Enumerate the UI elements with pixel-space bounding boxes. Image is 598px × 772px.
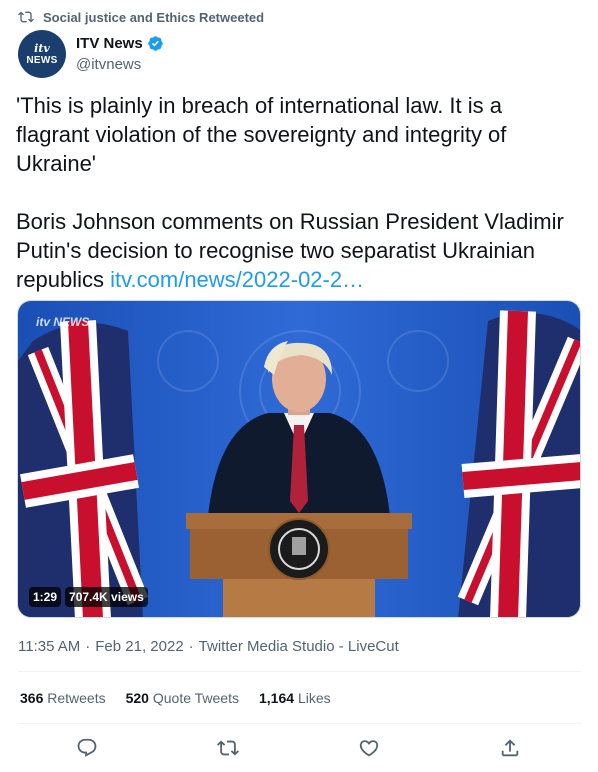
display-name[interactable]: ITV News	[76, 35, 143, 52]
tweet-source[interactable]: Twitter Media Studio - LiveCut	[199, 638, 399, 655]
tweet-date[interactable]: Feb 21, 2022	[95, 638, 183, 655]
likes-stat[interactable]: 1,164 Likes	[259, 690, 331, 706]
avatar-logo-top: itv	[34, 41, 50, 55]
avatar[interactable]: itv NEWS	[18, 30, 66, 78]
retweets-stat[interactable]: 366 Retweets	[20, 690, 106, 706]
social-context[interactable]: Social justice and Ethics Retweeted	[18, 8, 264, 26]
likes-count: 1,164	[259, 690, 295, 706]
article-link[interactable]: itv.com/news/2022-02-2…	[110, 267, 364, 292]
meta-separator: ·	[188, 638, 194, 655]
meta-separator: ·	[85, 638, 91, 655]
divider	[18, 723, 581, 724]
likes-label: Likes	[297, 690, 331, 706]
social-context-text: Social justice and Ethics Retweeted	[43, 9, 265, 25]
like-icon	[359, 740, 379, 757]
video-views: 707.4K views	[65, 587, 148, 607]
retweet-icon	[18, 11, 34, 23]
tweet-body: Boris Johnson comments on Russian Presid…	[16, 207, 576, 294]
reply-button[interactable]	[76, 737, 98, 759]
avatar-logo-bottom: NEWS	[26, 54, 58, 66]
tweet-meta: 11:35 AM · Feb 21, 2022 · Twitter Media …	[18, 638, 399, 655]
verified-badge-icon	[147, 36, 163, 51]
tweet-quote: 'This is plainly in breach of internatio…	[16, 93, 507, 176]
quote-tweets-stat[interactable]: 520 Quote Tweets	[126, 690, 239, 706]
video-badges: 1:29 707.4K views	[29, 587, 148, 607]
reply-icon	[77, 738, 97, 757]
retweet-button[interactable]	[217, 737, 239, 759]
share-button[interactable]	[499, 737, 521, 759]
quote-tweets-label: Quote Tweets	[152, 690, 239, 706]
video-watermark: itv NEWS	[36, 315, 90, 329]
retweets-label: Retweets	[47, 690, 106, 706]
tweet-header: itv NEWS ITV News @itvnews	[18, 30, 164, 78]
share-icon	[501, 739, 519, 757]
video-frame	[18, 301, 580, 617]
left-flag	[18, 320, 149, 617]
retweet-icon	[217, 740, 239, 756]
tweet-text: 'This is plainly in breach of internatio…	[16, 91, 576, 294]
retweets-count: 366	[20, 690, 44, 706]
display-name-row: ITV News	[76, 35, 164, 52]
action-bar	[0, 737, 598, 761]
like-button[interactable]	[358, 737, 380, 759]
tweet-stats: 366 Retweets 520 Quote Tweets 1,164 Like…	[20, 690, 331, 706]
video-duration: 1:29	[29, 587, 62, 607]
tweet-time[interactable]: 11:35 AM	[18, 638, 80, 655]
divider	[18, 671, 581, 672]
video-player[interactable]: itv NEWS 1:29 707.4K views	[17, 300, 581, 618]
quote-tweets-count: 520	[125, 690, 149, 706]
author-names: ITV News @itvnews	[76, 35, 164, 73]
handle[interactable]: @itvnews	[76, 56, 164, 73]
